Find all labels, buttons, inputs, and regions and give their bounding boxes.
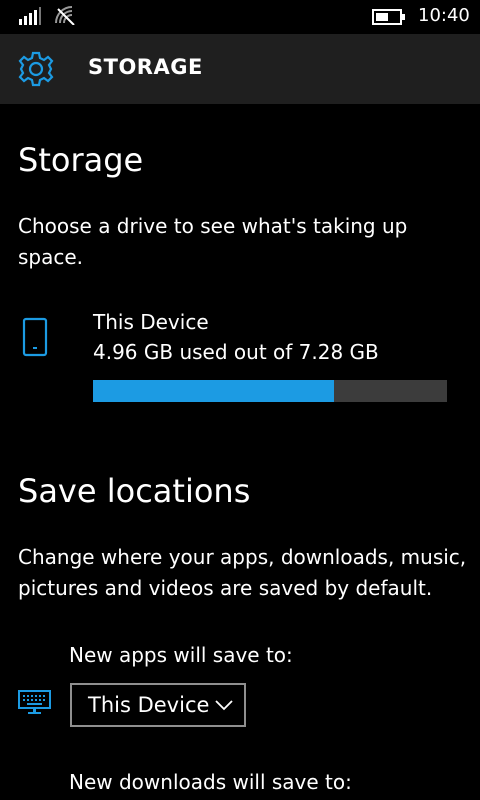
storage-usage-bar xyxy=(93,380,447,402)
apps-save-location-value: This Device xyxy=(88,693,210,717)
save-locations-heading: Save locations xyxy=(18,472,251,510)
wifi-icon xyxy=(55,6,75,25)
storage-heading: Storage xyxy=(18,141,144,179)
apps-save-label: New apps will save to: xyxy=(69,643,293,667)
storage-description: Choose a drive to see what's taking up s… xyxy=(18,214,408,269)
phone-icon[interactable] xyxy=(22,317,48,357)
status-bar: 10:40 xyxy=(0,0,480,34)
keyboard-icon xyxy=(18,690,51,714)
signal-strength-icon xyxy=(19,7,41,25)
device-name[interactable]: This Device xyxy=(93,310,209,334)
status-clock: 10:40 xyxy=(418,5,470,26)
gear-icon[interactable] xyxy=(17,50,55,88)
apps-save-location-dropdown[interactable]: This Device xyxy=(70,683,246,727)
storage-usage-fill xyxy=(93,380,335,402)
downloads-save-label: New downloads will save to: xyxy=(69,770,352,794)
page-header: STORAGE xyxy=(0,34,480,104)
chevron-down-icon xyxy=(215,700,233,711)
page-header-title: STORAGE xyxy=(88,55,203,79)
save-locations-description: Change where your apps, downloads, music… xyxy=(18,545,467,600)
device-usage-text: 4.96 GB used out of 7.28 GB xyxy=(93,340,379,364)
battery-icon xyxy=(372,9,405,25)
